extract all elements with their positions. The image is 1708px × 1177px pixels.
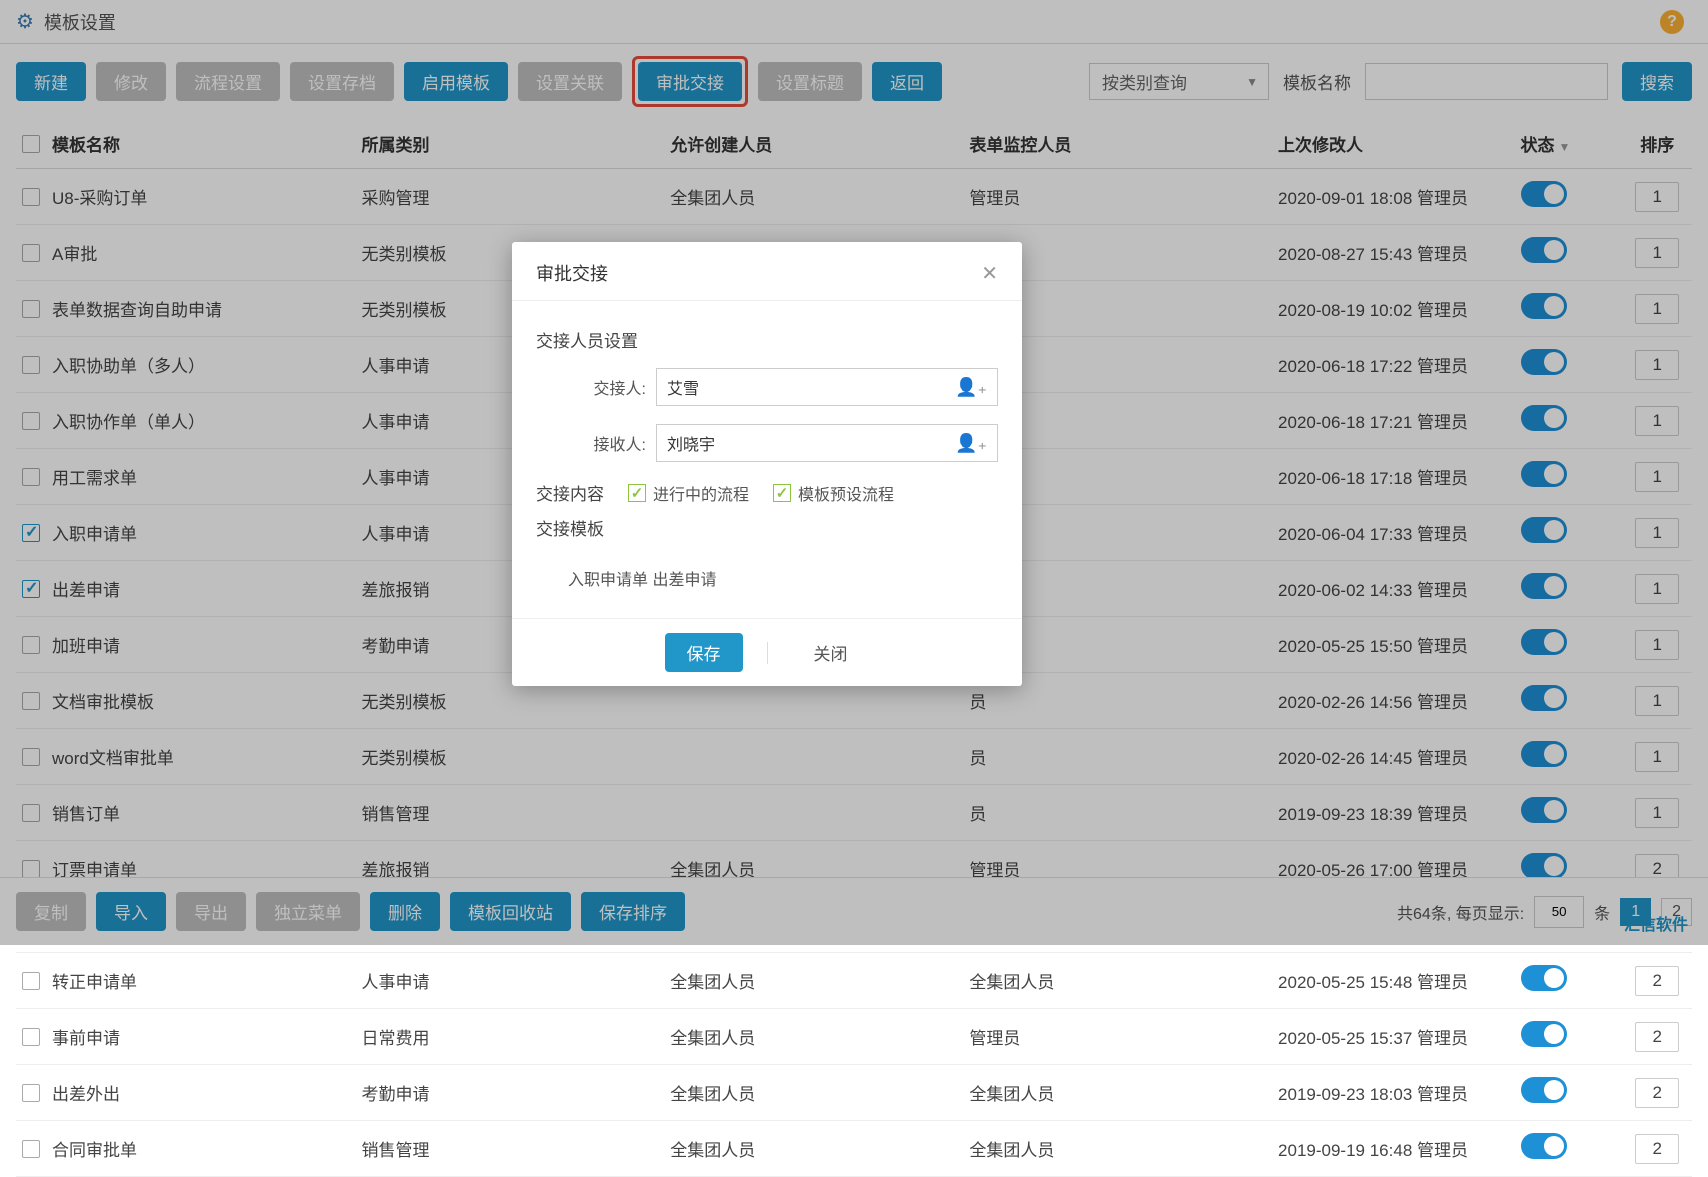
cell-category: 日常费用 (356, 1009, 665, 1065)
dialog-foot: 保存 关闭 (512, 618, 1022, 686)
cell-monitors: 全集团人员 (963, 953, 1272, 1009)
checkbox-icon: ✓ (628, 484, 646, 502)
content-row: 交接内容 ✓进行中的流程 ✓模板预设流程 (536, 480, 998, 505)
cell-order: 2 (1622, 1009, 1692, 1065)
cell-name: 转正申请单 (46, 953, 356, 1009)
cell-category: 考勤申请 (356, 1065, 665, 1121)
row-checkbox[interactable] (22, 972, 40, 990)
dialog-head: 审批交接 ✕ (512, 242, 1022, 301)
order-input[interactable]: 2 (1635, 1022, 1679, 1052)
to-input[interactable] (667, 434, 955, 452)
cell-category: 销售管理 (356, 1121, 665, 1177)
cell-monitors: 管理员 (963, 1009, 1272, 1065)
checkbox-icon: ✓ (773, 484, 791, 502)
close-icon[interactable]: ✕ (981, 261, 998, 286)
from-row: 交接人: 👤₊ (536, 368, 998, 406)
table-row: 合同审批单 销售管理 全集团人员 全集团人员 2019-09-19 16:48 … (16, 1121, 1692, 1177)
order-input[interactable]: 2 (1635, 1078, 1679, 1108)
template-list: 入职申请单 出差申请 (536, 556, 998, 600)
dialog-close-button[interactable]: 关闭 (792, 633, 870, 672)
cell-modifier: 2019-09-19 16:48 管理员 (1272, 1121, 1514, 1177)
table-row: 出差外出 考勤申请 全集团人员 全集团人员 2019-09-23 18:03 管… (16, 1065, 1692, 1121)
cell-name: 出差外出 (46, 1065, 356, 1121)
cb-preset-flow[interactable]: ✓模板预设流程 (773, 481, 894, 505)
table-row: 转正申请单 人事申请 全集团人员 全集团人员 2020-05-25 15:48 … (16, 953, 1692, 1009)
status-toggle[interactable] (1521, 1133, 1567, 1159)
cell-status (1515, 953, 1623, 1009)
cell-status (1515, 1065, 1623, 1121)
person-add-icon[interactable]: 👤₊ (955, 377, 987, 398)
cell-modifier: 2020-05-25 15:37 管理员 (1272, 1009, 1514, 1065)
section-person: 交接人员设置 (536, 327, 998, 352)
cell-creators: 全集团人员 (664, 953, 963, 1009)
cell-creators: 全集团人员 (664, 1009, 963, 1065)
cell-creators: 全集团人员 (664, 1065, 963, 1121)
cell-order: 2 (1622, 953, 1692, 1009)
from-input[interactable] (667, 378, 955, 396)
to-input-wrap[interactable]: 👤₊ (656, 424, 998, 462)
from-label: 交接人: (536, 375, 646, 399)
cell-order: 2 (1622, 1121, 1692, 1177)
status-toggle[interactable] (1521, 1021, 1567, 1047)
dialog-save-button[interactable]: 保存 (665, 633, 743, 672)
status-toggle[interactable] (1521, 1077, 1567, 1103)
handover-dialog: 审批交接 ✕ 交接人员设置 交接人: 👤₊ 接收人: 👤₊ 交接内容 ✓进行中的… (512, 242, 1022, 686)
row-checkbox[interactable] (22, 1028, 40, 1046)
cell-modifier: 2019-09-23 18:03 管理员 (1272, 1065, 1514, 1121)
cell-category: 人事申请 (356, 953, 665, 1009)
row-checkbox[interactable] (22, 1140, 40, 1158)
cell-order: 2 (1622, 1065, 1692, 1121)
cell-status (1515, 1009, 1623, 1065)
section-content: 交接内容 (536, 480, 604, 505)
cell-modifier: 2020-05-25 15:48 管理员 (1272, 953, 1514, 1009)
to-label: 接收人: (536, 431, 646, 455)
from-input-wrap[interactable]: 👤₊ (656, 368, 998, 406)
dialog-title: 审批交接 (536, 260, 608, 286)
section-tmpl: 交接模板 (536, 515, 998, 540)
cell-monitors: 全集团人员 (963, 1065, 1272, 1121)
status-toggle[interactable] (1521, 965, 1567, 991)
person-add-icon[interactable]: 👤₊ (955, 433, 987, 454)
cell-monitors: 全集团人员 (963, 1121, 1272, 1177)
cell-creators: 全集团人员 (664, 1121, 963, 1177)
order-input[interactable]: 2 (1635, 1134, 1679, 1164)
separator (767, 642, 768, 664)
cell-status (1515, 1121, 1623, 1177)
cb-active-flow[interactable]: ✓进行中的流程 (628, 481, 749, 505)
cell-name: 合同审批单 (46, 1121, 356, 1177)
row-checkbox[interactable] (22, 1084, 40, 1102)
cell-name: 事前申请 (46, 1009, 356, 1065)
order-input[interactable]: 2 (1635, 966, 1679, 996)
table-row: 事前申请 日常费用 全集团人员 管理员 2020-05-25 15:37 管理员… (16, 1009, 1692, 1065)
to-row: 接收人: 👤₊ (536, 424, 998, 462)
dialog-body: 交接人员设置 交接人: 👤₊ 接收人: 👤₊ 交接内容 ✓进行中的流程 ✓模板预… (512, 301, 1022, 618)
